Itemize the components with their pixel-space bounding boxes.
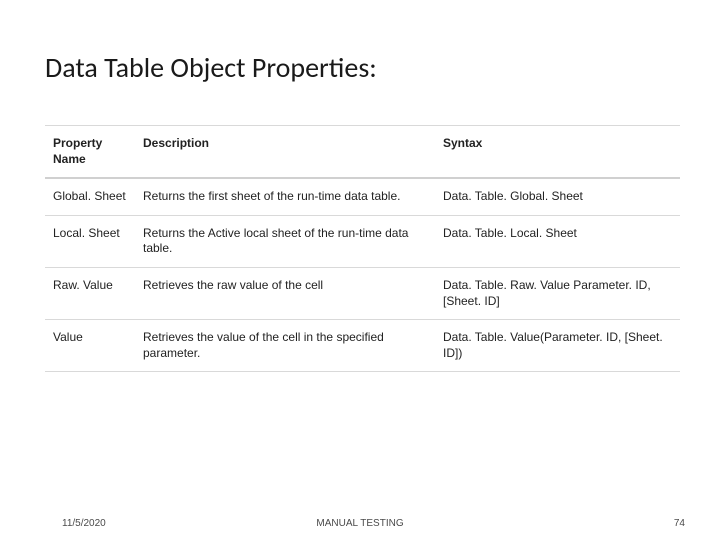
table-header-row: Property Name Description Syntax (45, 126, 680, 179)
footer-label: MANUAL TESTING (0, 518, 720, 529)
cell-description: Retrieves the raw value of the cell (135, 267, 435, 319)
slide: Data Table Object Properties: Property N… (0, 0, 720, 540)
footer-page-number: 74 (674, 518, 685, 529)
table-row: Raw. Value Retrieves the raw value of th… (45, 267, 680, 319)
header-syntax: Syntax (435, 126, 680, 179)
table-row: Global. Sheet Returns the first sheet of… (45, 178, 680, 215)
cell-syntax: Data. Table. Local. Sheet (435, 215, 680, 267)
cell-property-name: Local. Sheet (45, 215, 135, 267)
cell-syntax: Data. Table. Raw. Value Parameter. ID, [… (435, 267, 680, 319)
cell-property-name: Global. Sheet (45, 178, 135, 215)
cell-description: Returns the first sheet of the run-time … (135, 178, 435, 215)
cell-description: Retrieves the value of the cell in the s… (135, 320, 435, 372)
table-row: Value Retrieves the value of the cell in… (45, 320, 680, 372)
header-description: Description (135, 126, 435, 179)
cell-syntax: Data. Table. Global. Sheet (435, 178, 680, 215)
header-property-name: Property Name (45, 126, 135, 179)
cell-property-name: Raw. Value (45, 267, 135, 319)
cell-description: Returns the Active local sheet of the ru… (135, 215, 435, 267)
cell-syntax: Data. Table. Value(Parameter. ID, [Sheet… (435, 320, 680, 372)
slide-title: Data Table Object Properties: (45, 50, 680, 85)
properties-table: Property Name Description Syntax Global.… (45, 125, 680, 372)
cell-property-name: Value (45, 320, 135, 372)
table-row: Local. Sheet Returns the Active local sh… (45, 215, 680, 267)
